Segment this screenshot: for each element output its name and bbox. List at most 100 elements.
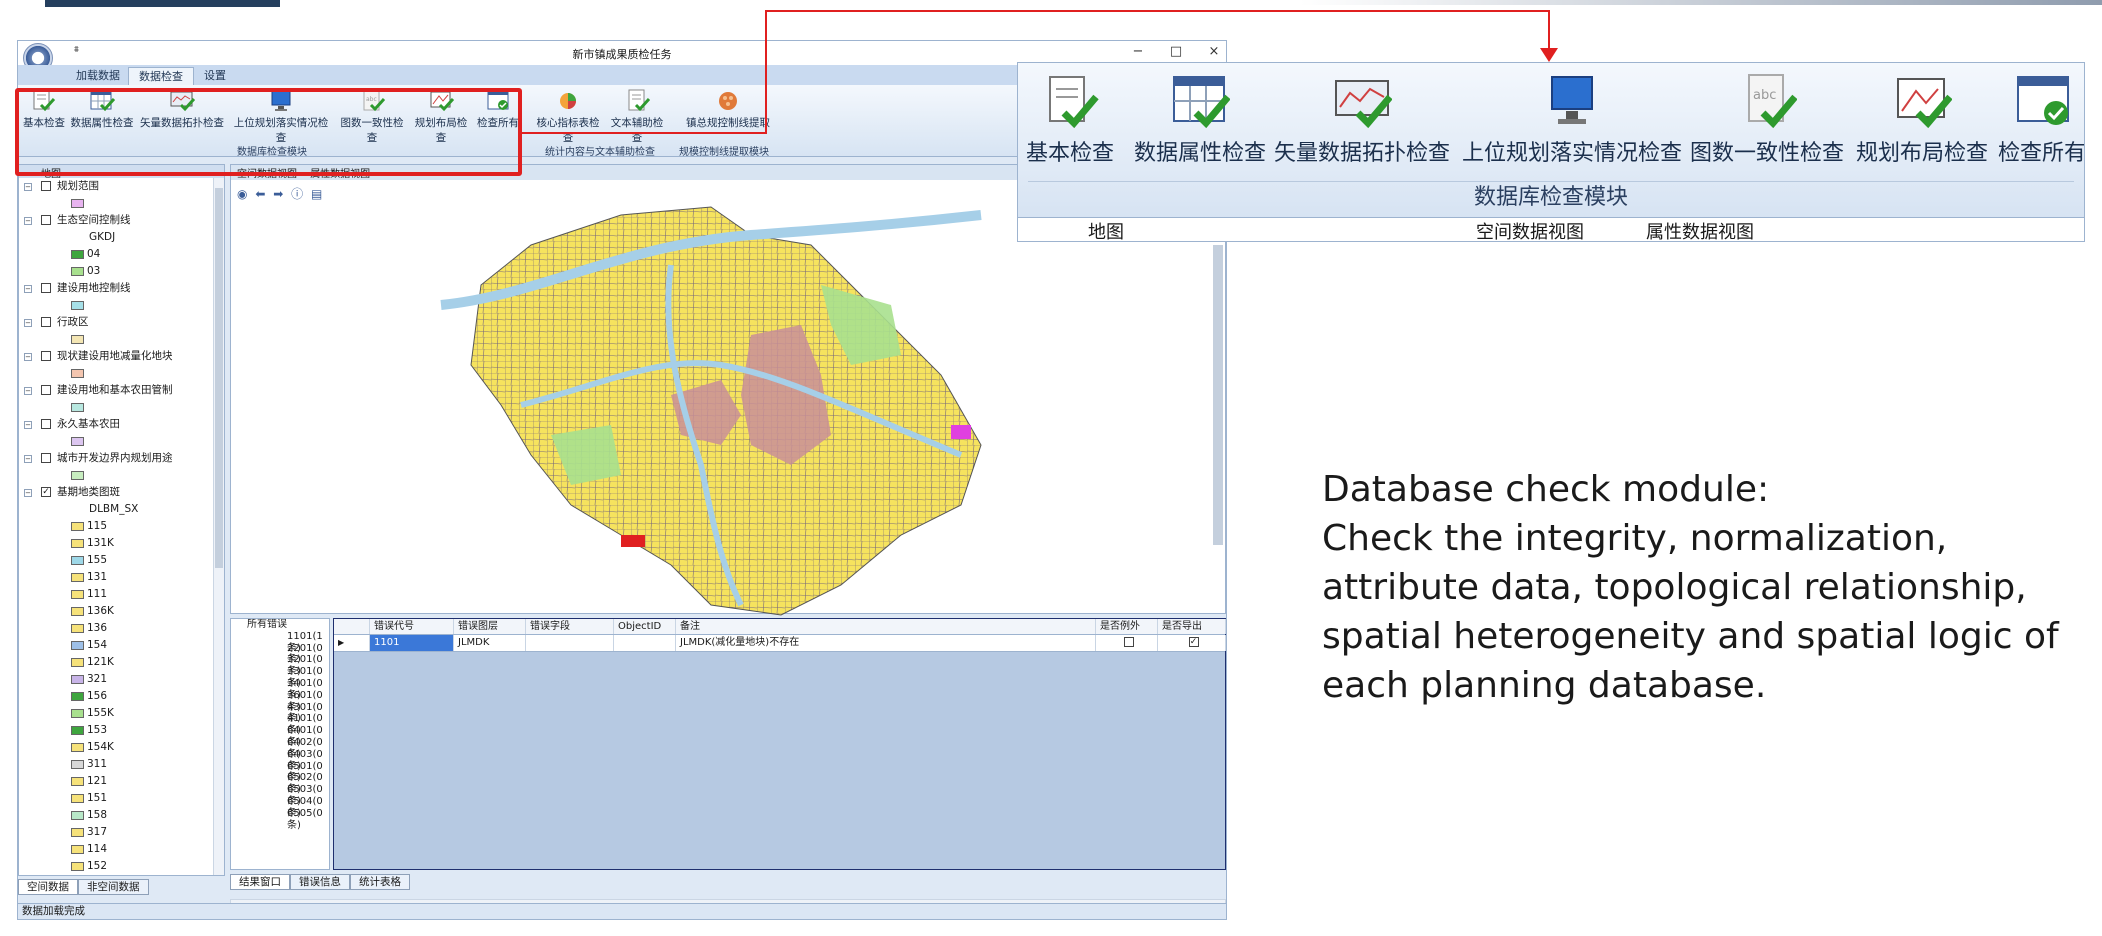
layer-checkbox[interactable] [41, 181, 51, 191]
col-error-field[interactable]: 错误字段 [526, 619, 614, 634]
legend-entry: 321 [19, 671, 224, 688]
collapse-icon[interactable]: − [24, 421, 32, 429]
measure-icon[interactable]: ▤ [311, 187, 322, 201]
layer-checkbox[interactable] [41, 419, 51, 429]
land-use-map[interactable] [421, 205, 1011, 625]
error-tree-item[interactable]: 6504(0条) [259, 796, 329, 819]
error-tree-item[interactable]: 6505(0条) [259, 808, 329, 831]
legend-entry: 151 [19, 790, 224, 807]
maximize-button[interactable]: □ [1162, 43, 1190, 61]
zoom-map-data-consistency-button[interactable]: abc 图数一致性检查 [1690, 73, 1844, 167]
tree-layer[interactable]: − 规划范围 [19, 178, 224, 195]
exception-checkbox[interactable] [1123, 637, 1134, 647]
layer-checkbox[interactable] [41, 351, 51, 361]
zoom-vector-topology-check-button[interactable]: 矢量数据拓扑检查 [1274, 73, 1450, 167]
tab-result-window[interactable]: 结果窗口 [230, 874, 290, 890]
error-tree-item[interactable]: 1101(1条) [259, 631, 329, 654]
cell-objectid[interactable] [614, 635, 676, 651]
error-tree-item[interactable]: 2201(0条) [259, 643, 329, 666]
layer-checkbox[interactable] [41, 215, 51, 225]
error-tree-item[interactable]: 6401(0条) [259, 725, 329, 748]
cell-error-field[interactable] [526, 635, 614, 651]
legend-swatch [71, 556, 84, 565]
tree-layer[interactable]: − 建设用地和基本农田管制 [19, 382, 224, 399]
error-tree-item[interactable]: 3201(0条) [259, 654, 329, 677]
zoom-upper-plan-check-button[interactable]: 上位规划落实情况检查 [1462, 73, 1682, 167]
collapse-icon[interactable]: − [24, 285, 32, 293]
error-tree-item[interactable]: 6403(0条) [259, 749, 329, 772]
col-note[interactable]: 备注 [676, 619, 1096, 634]
layer-checkbox[interactable] [41, 487, 51, 497]
minimize-button[interactable]: − [1124, 43, 1152, 61]
legend-label: 321 [87, 673, 108, 685]
legend-label: 03 [87, 265, 101, 277]
col-is-export[interactable]: 是否导出 [1158, 619, 1226, 634]
col-is-exception[interactable]: 是否例外 [1096, 619, 1158, 634]
text-assist-check-button[interactable]: 文本辅助检查 [606, 89, 668, 145]
info-icon[interactable]: ⓘ [291, 187, 303, 201]
cell-is-export[interactable]: ✓ [1158, 635, 1226, 651]
tab-statistics-table[interactable]: 统计表格 [350, 874, 410, 890]
col-error-layer[interactable]: 错误图层 [454, 619, 526, 634]
error-tree-item[interactable]: 6503(0条) [259, 784, 329, 807]
collapse-icon[interactable]: − [24, 489, 32, 497]
tab-data-check[interactable]: 数据检查 [128, 67, 194, 85]
col-error-code[interactable]: 错误代号 [370, 619, 454, 634]
error-tree-item[interactable]: 3401(0条) [259, 678, 329, 701]
error-tree-item[interactable]: 6501(0条) [259, 761, 329, 784]
core-indicator-check-button[interactable]: 核心指标表检查 [532, 89, 604, 145]
group-statistics-text: 统计内容与文本辅助检查 [545, 147, 655, 158]
error-tree-item[interactable]: 4301(0条) [259, 702, 329, 725]
tree-layer[interactable]: − 行政区 [19, 314, 224, 331]
close-button[interactable]: × [1200, 43, 1228, 61]
back-arrow-icon[interactable]: ⬅ [255, 187, 265, 201]
tree-layer[interactable]: − 现状建设用地减量化地块 [19, 348, 224, 365]
legend-label: 121K [87, 656, 114, 668]
tab-spatial-data[interactable]: 空间数据 [18, 879, 78, 895]
tree-layer[interactable]: − 生态空间控制线 [19, 212, 224, 229]
tab-load-data[interactable]: 加载数据 [66, 67, 130, 85]
error-tree-root[interactable]: 所有错误 [231, 619, 329, 631]
cell-error-layer[interactable]: JLMDK [454, 635, 526, 651]
tree-layer[interactable]: − 建设用地控制线 [19, 280, 224, 297]
tab-non-spatial-data[interactable]: 非空间数据 [78, 879, 149, 895]
control-line-extract-button[interactable]: 镇总规控制线提取 [686, 89, 770, 130]
legend-label: 114 [87, 843, 108, 855]
tree-layer[interactable]: − 永久基本农田 [19, 416, 224, 433]
collapse-icon[interactable]: − [24, 319, 32, 327]
collapse-icon[interactable]: − [24, 217, 32, 225]
error-tree-item[interactable]: 6502(0条) [259, 772, 329, 795]
zoom-data-attribute-check-button[interactable]: 数据属性检查 [1134, 73, 1266, 167]
layer-checkbox[interactable] [41, 317, 51, 327]
zoom-check-all-button[interactable]: 检查所有 [1998, 73, 2084, 167]
zoom-full-icon[interactable]: ◉ [237, 187, 247, 201]
error-tree-item[interactable]: 4101(0条) [259, 713, 329, 736]
table-row[interactable]: ▶ 1101 JLMDK JLMDK(减化量地块)不存在 ✓ [334, 635, 1226, 652]
layer-checkbox[interactable] [41, 385, 51, 395]
layer-checkbox[interactable] [41, 453, 51, 463]
col-objectid[interactable]: ObjectID [614, 619, 676, 634]
legend-entry [19, 365, 224, 382]
layer-tree-scrollbar[interactable] [213, 178, 224, 875]
cell-error-code[interactable]: 1101 [370, 635, 454, 651]
collapse-icon[interactable]: − [24, 353, 32, 361]
collapse-icon[interactable]: − [24, 183, 32, 191]
map-scrollbar[interactable] [1213, 245, 1223, 545]
tab-error-info[interactable]: 错误信息 [290, 874, 350, 890]
zoom-plan-layout-check-button[interactable]: 规划布局检查 [1856, 73, 1988, 167]
zoom-basic-check-button[interactable]: 基本检查 [1026, 73, 1114, 167]
tree-layer[interactable]: − 城市开发边界内规划用途 [19, 450, 224, 467]
cell-note[interactable]: JLMDK(减化量地块)不存在 [676, 635, 1096, 651]
forward-arrow-icon[interactable]: ➡ [273, 187, 283, 201]
cell-is-exception[interactable] [1096, 635, 1158, 651]
tree-layer[interactable]: − 基期地类图斑 [19, 484, 224, 501]
tab-settings[interactable]: 设置 [194, 67, 236, 85]
error-tree-item[interactable]: 3601(0条) [259, 690, 329, 713]
error-tree-item[interactable]: 3301(0条) [259, 666, 329, 689]
legend-entry: 155 [19, 552, 224, 569]
collapse-icon[interactable]: − [24, 455, 32, 463]
layer-checkbox[interactable] [41, 283, 51, 293]
error-tree-item[interactable]: 6402(0条) [259, 737, 329, 760]
collapse-icon[interactable]: − [24, 387, 32, 395]
export-checkbox[interactable]: ✓ [1188, 637, 1199, 647]
